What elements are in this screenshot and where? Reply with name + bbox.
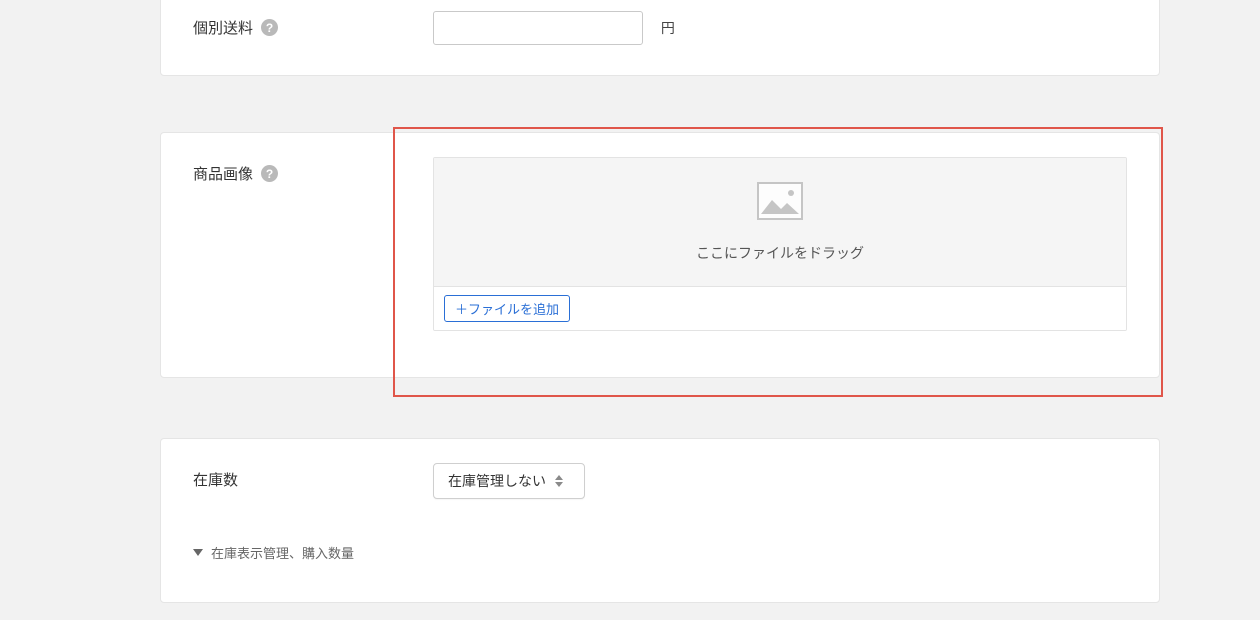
shipping-label: 個別送料 xyxy=(193,17,253,38)
stock-advanced-label: 在庫表示管理、購入数量 xyxy=(211,543,354,562)
product-image-label: 商品画像 xyxy=(193,163,253,184)
shipping-unit: 円 xyxy=(661,18,675,38)
stock-content: 在庫管理しない xyxy=(433,463,1127,499)
shipping-input[interactable] xyxy=(433,11,643,45)
shipping-content: 円 xyxy=(433,11,1127,45)
stock-select-value: 在庫管理しない xyxy=(448,471,546,491)
product-image-content: ここにファイルをドラッグ ＋ファイルを追加 xyxy=(433,157,1127,331)
image-placeholder-icon xyxy=(757,182,803,223)
help-icon[interactable]: ? xyxy=(261,19,278,36)
stepper-icon xyxy=(554,474,564,488)
help-icon[interactable]: ? xyxy=(261,165,278,182)
shipping-label-wrap: 個別送料 ? xyxy=(193,11,433,38)
stock-panel: 在庫数 在庫管理しない 在庫表示管理、購入数量 xyxy=(160,438,1160,603)
dropzone-text: ここにファイルをドラッグ xyxy=(696,243,864,263)
product-image-panel: 商品画像 ? ここにファイルをドラッグ ＋ファイルを追加 xyxy=(160,132,1160,378)
stock-row: 在庫数 在庫管理しない xyxy=(193,463,1127,499)
file-dropzone[interactable]: ここにファイルをドラッグ xyxy=(434,158,1126,286)
upload-widget: ここにファイルをドラッグ ＋ファイルを追加 xyxy=(433,157,1127,331)
chevron-down-icon xyxy=(193,549,203,556)
stock-label: 在庫数 xyxy=(193,469,238,490)
shipping-panel: 個別送料 ? 円 xyxy=(160,0,1160,76)
product-image-row: 商品画像 ? ここにファイルをドラッグ ＋ファイルを追加 xyxy=(193,157,1127,331)
add-file-button[interactable]: ＋ファイルを追加 xyxy=(444,295,570,322)
stock-advanced-toggle[interactable]: 在庫表示管理、購入数量 xyxy=(193,543,1127,562)
product-image-label-wrap: 商品画像 ? xyxy=(193,157,433,184)
stock-label-wrap: 在庫数 xyxy=(193,463,433,490)
stock-management-select[interactable]: 在庫管理しない xyxy=(433,463,585,499)
upload-bar: ＋ファイルを追加 xyxy=(434,286,1126,330)
shipping-row: 個別送料 ? 円 xyxy=(193,11,1127,45)
